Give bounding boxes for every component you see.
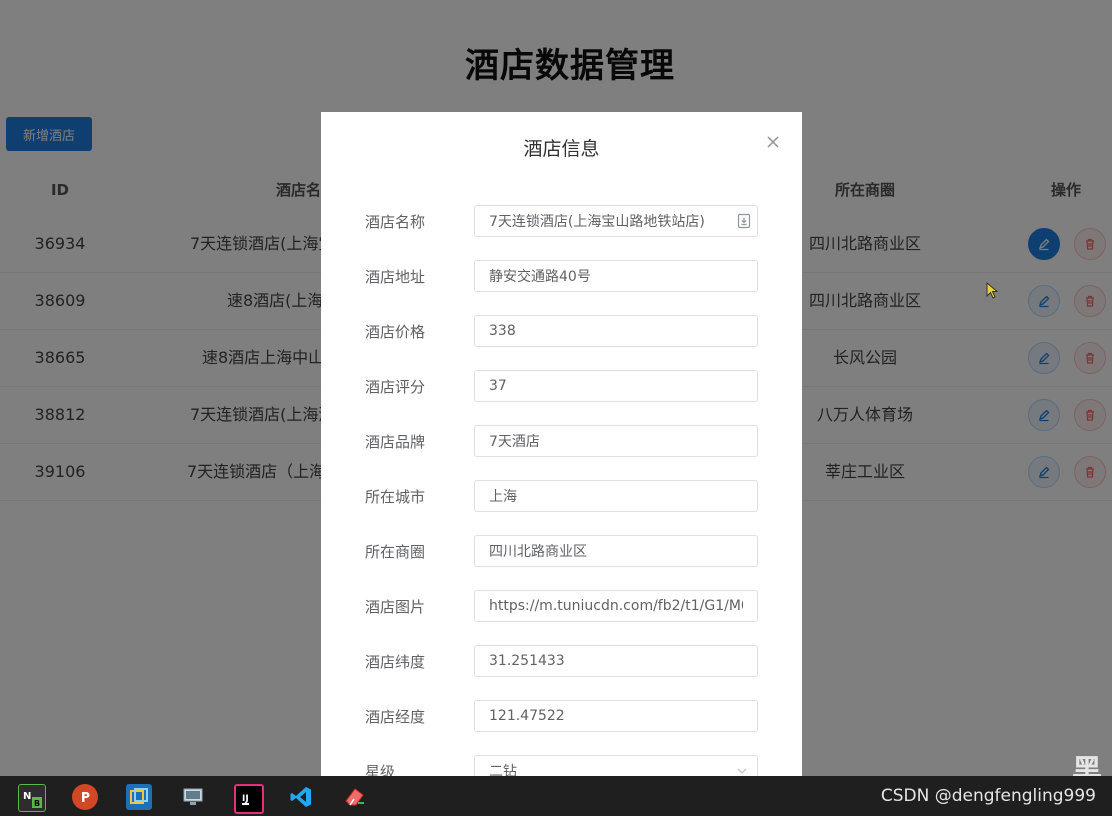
hotel-latitude-input[interactable] <box>474 645 758 677</box>
remote-desktop-icon[interactable] <box>180 784 206 810</box>
field-label-pic: 酒店图片 <box>365 598 426 616</box>
hotel-star-select[interactable] <box>474 755 758 776</box>
form-row-address: 酒店地址 <box>321 260 802 300</box>
field-label-longitude: 酒店经度 <box>365 708 426 726</box>
form-row-city: 所在城市 <box>321 480 802 520</box>
hotel-pic-input[interactable] <box>474 590 758 622</box>
form-row-brand: 酒店品牌 <box>321 425 802 465</box>
chevron-down-icon[interactable] <box>736 765 748 776</box>
hotel-city-input[interactable] <box>474 480 758 512</box>
intellij-icon[interactable]: IJ <box>234 784 264 814</box>
field-label-name: 酒店名称 <box>365 213 426 231</box>
vscode-icon[interactable] <box>288 784 314 810</box>
field-label-latitude: 酒店纬度 <box>365 653 426 671</box>
svg-text:IJ: IJ <box>242 794 249 804</box>
taskbar: NB IJ CSDN @dengfengling999 <box>0 776 1112 816</box>
svg-text:B: B <box>34 799 40 808</box>
form-row-business: 所在商圈 <box>321 535 802 575</box>
hotel-brand-input[interactable] <box>474 425 758 457</box>
field-label-city: 所在城市 <box>365 488 426 506</box>
form-row-name: 酒店名称 <box>321 205 802 245</box>
form-row-pic: 酒店图片 <box>321 590 802 630</box>
clear-icon[interactable] <box>736 213 752 229</box>
field-label-star: 星级 <box>365 763 396 776</box>
svg-text:N: N <box>23 791 31 802</box>
hotel-name-input[interactable] <box>474 205 758 237</box>
hotel-score-input[interactable] <box>474 370 758 402</box>
virtualbox-icon[interactable] <box>126 784 152 810</box>
hotel-info-dialog: 酒店信息 酒店名称 酒店地址 酒店价格 酒店评分 酒店品牌 所在城市 所在商圈 … <box>321 112 802 776</box>
eraser-icon[interactable] <box>342 784 368 810</box>
hotel-business-input[interactable] <box>474 535 758 567</box>
close-icon[interactable] <box>761 130 785 154</box>
hotel-address-input[interactable] <box>474 260 758 292</box>
field-label-address: 酒店地址 <box>365 268 426 286</box>
taskbar-caption: CSDN @dengfengling999 <box>880 786 1096 806</box>
hotel-price-input[interactable] <box>474 315 758 347</box>
form-row-score: 酒店评分 <box>321 370 802 410</box>
navicat-icon[interactable]: NB <box>18 784 46 812</box>
hotel-longitude-input[interactable] <box>474 700 758 732</box>
field-label-brand: 酒店品牌 <box>365 433 426 451</box>
form-row-price: 酒店价格 <box>321 315 802 355</box>
field-label-price: 酒店价格 <box>365 323 426 341</box>
powerpoint-icon[interactable] <box>72 784 98 810</box>
form-row-latitude: 酒店纬度 <box>321 645 802 685</box>
field-label-score: 酒店评分 <box>365 378 426 396</box>
form-row-longitude: 酒店经度 <box>321 700 802 740</box>
mouse-cursor-icon <box>986 282 999 299</box>
field-label-business: 所在商圈 <box>365 543 426 561</box>
dialog-title: 酒店信息 <box>523 138 600 160</box>
form-row-star: 星级 <box>321 755 802 776</box>
